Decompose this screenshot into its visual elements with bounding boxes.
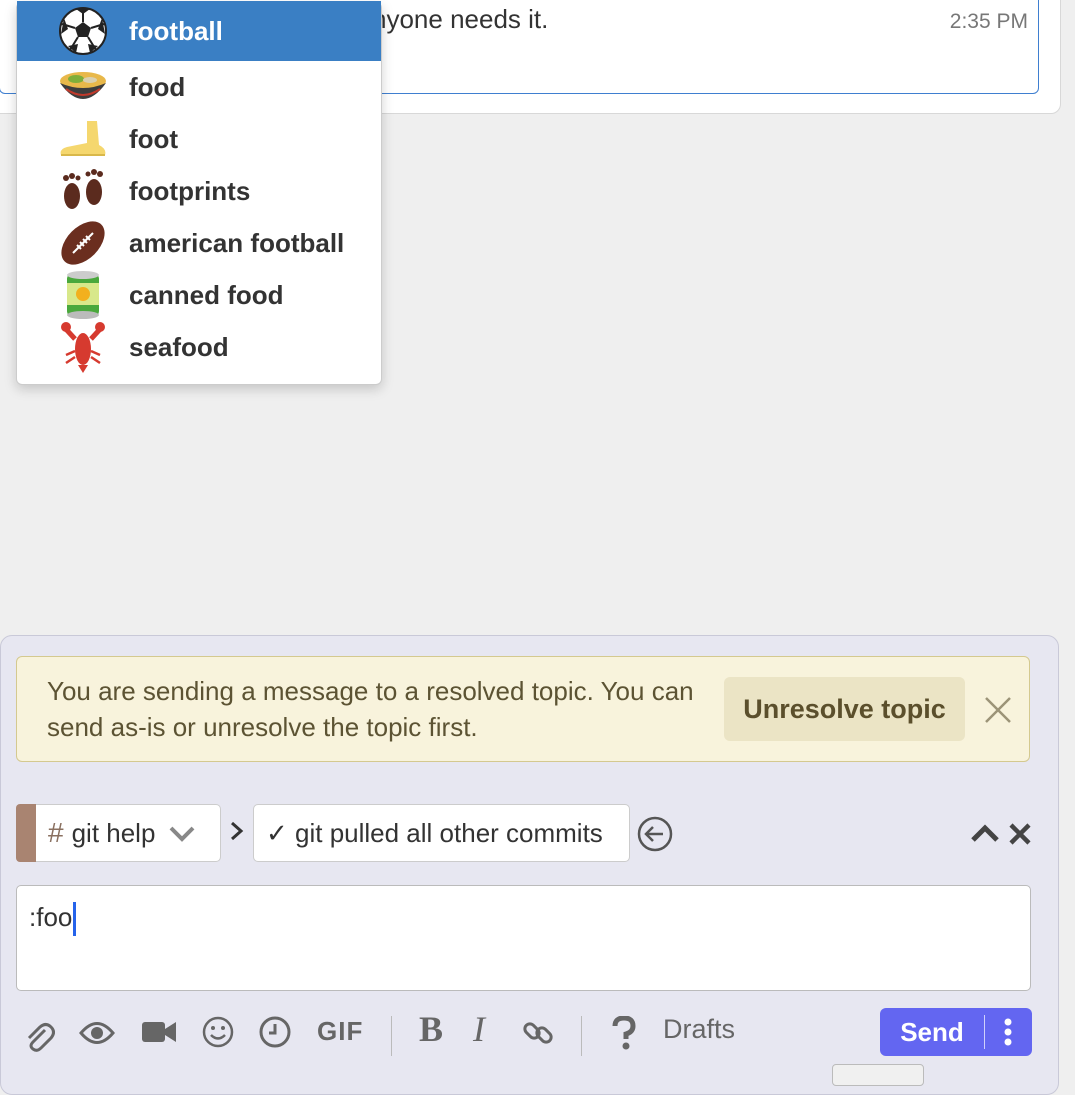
- soccer-ball-icon: [55, 6, 111, 56]
- typeahead-item-american-football[interactable]: american football: [17, 217, 381, 269]
- send-divider: [984, 1015, 985, 1049]
- smiley-icon[interactable]: [202, 1016, 234, 1053]
- message-content: nyone needs it.: [372, 4, 549, 34]
- chevron-up-icon[interactable]: [970, 823, 1000, 848]
- drafts-button[interactable]: Drafts: [663, 1014, 735, 1045]
- typeahead-item-foot[interactable]: foot: [17, 113, 381, 165]
- footprints-icon: [55, 166, 111, 216]
- typeahead-item-label: footprints: [129, 175, 251, 206]
- canned-food-icon: [55, 269, 111, 321]
- send-button-group: Send: [880, 1008, 1032, 1056]
- stream-color-swatch: [16, 804, 36, 862]
- bowl-icon: [55, 65, 111, 109]
- toolbar-divider: [391, 1016, 392, 1056]
- typeahead-item-canned-food[interactable]: canned food: [17, 269, 381, 321]
- toolbar-divider: [581, 1016, 582, 1056]
- banner-text: You are sending a message to a resolved …: [47, 676, 694, 742]
- clock-icon[interactable]: [259, 1016, 291, 1053]
- hash-icon: #: [48, 817, 64, 848]
- close-compose-icon[interactable]: [1008, 822, 1032, 851]
- typeahead-item-food[interactable]: food: [17, 61, 381, 113]
- eye-icon[interactable]: [79, 1020, 115, 1051]
- typeahead-item-label: foot: [129, 123, 179, 154]
- bold-icon[interactable]: B: [419, 1008, 443, 1050]
- american-football-icon: [55, 217, 111, 269]
- chevron-down-icon: [169, 818, 195, 849]
- help-icon[interactable]: [611, 1015, 637, 1055]
- compose-toolbar: GIF B I Drafts Send: [1, 1004, 1060, 1064]
- back-arrow-icon[interactable]: [637, 816, 673, 857]
- video-camera-icon[interactable]: [141, 1018, 177, 1051]
- typeahead-item-label: food: [129, 71, 186, 102]
- foot-icon: [55, 119, 111, 159]
- message-textarea[interactable]: :foo: [16, 885, 1031, 991]
- typeahead-item-label: canned food: [129, 279, 284, 310]
- message-draft-text: :foo: [29, 902, 73, 932]
- text-cursor: [73, 902, 77, 937]
- italic-icon[interactable]: I: [473, 1008, 485, 1050]
- typeahead-item-football[interactable]: football: [17, 1, 381, 61]
- typeahead-item-footprints[interactable]: footprints: [17, 165, 381, 217]
- emoji-typeahead: football food foot footprints american f…: [16, 1, 382, 385]
- chevron-right-icon: [230, 820, 244, 847]
- compose-box: You are sending a message to a resolved …: [0, 635, 1059, 1095]
- enter-key-hint: [832, 1064, 924, 1086]
- typeahead-item-label: seafood: [129, 331, 229, 362]
- stream-name: git help: [71, 817, 156, 848]
- gif-button[interactable]: GIF: [317, 1016, 363, 1047]
- link-icon[interactable]: [521, 1016, 555, 1055]
- close-icon[interactable]: [983, 695, 1013, 730]
- topic-input[interactable]: ✓ git pulled all other commits: [253, 804, 630, 862]
- typeahead-item-label: football: [129, 15, 223, 46]
- paperclip-icon[interactable]: [23, 1018, 55, 1057]
- typeahead-item-label: american football: [129, 227, 345, 258]
- unresolve-topic-button[interactable]: Unresolve topic: [724, 677, 965, 741]
- stream-selector[interactable]: # git help: [36, 804, 221, 862]
- more-options-icon[interactable]: [985, 1017, 1031, 1047]
- send-button[interactable]: Send: [880, 1008, 984, 1056]
- typeahead-item-seafood[interactable]: seafood: [17, 321, 381, 373]
- resolved-topic-banner: You are sending a message to a resolved …: [16, 656, 1030, 762]
- message-timestamp[interactable]: 2:35 PM: [950, 10, 1028, 34]
- lobster-icon: [55, 321, 111, 373]
